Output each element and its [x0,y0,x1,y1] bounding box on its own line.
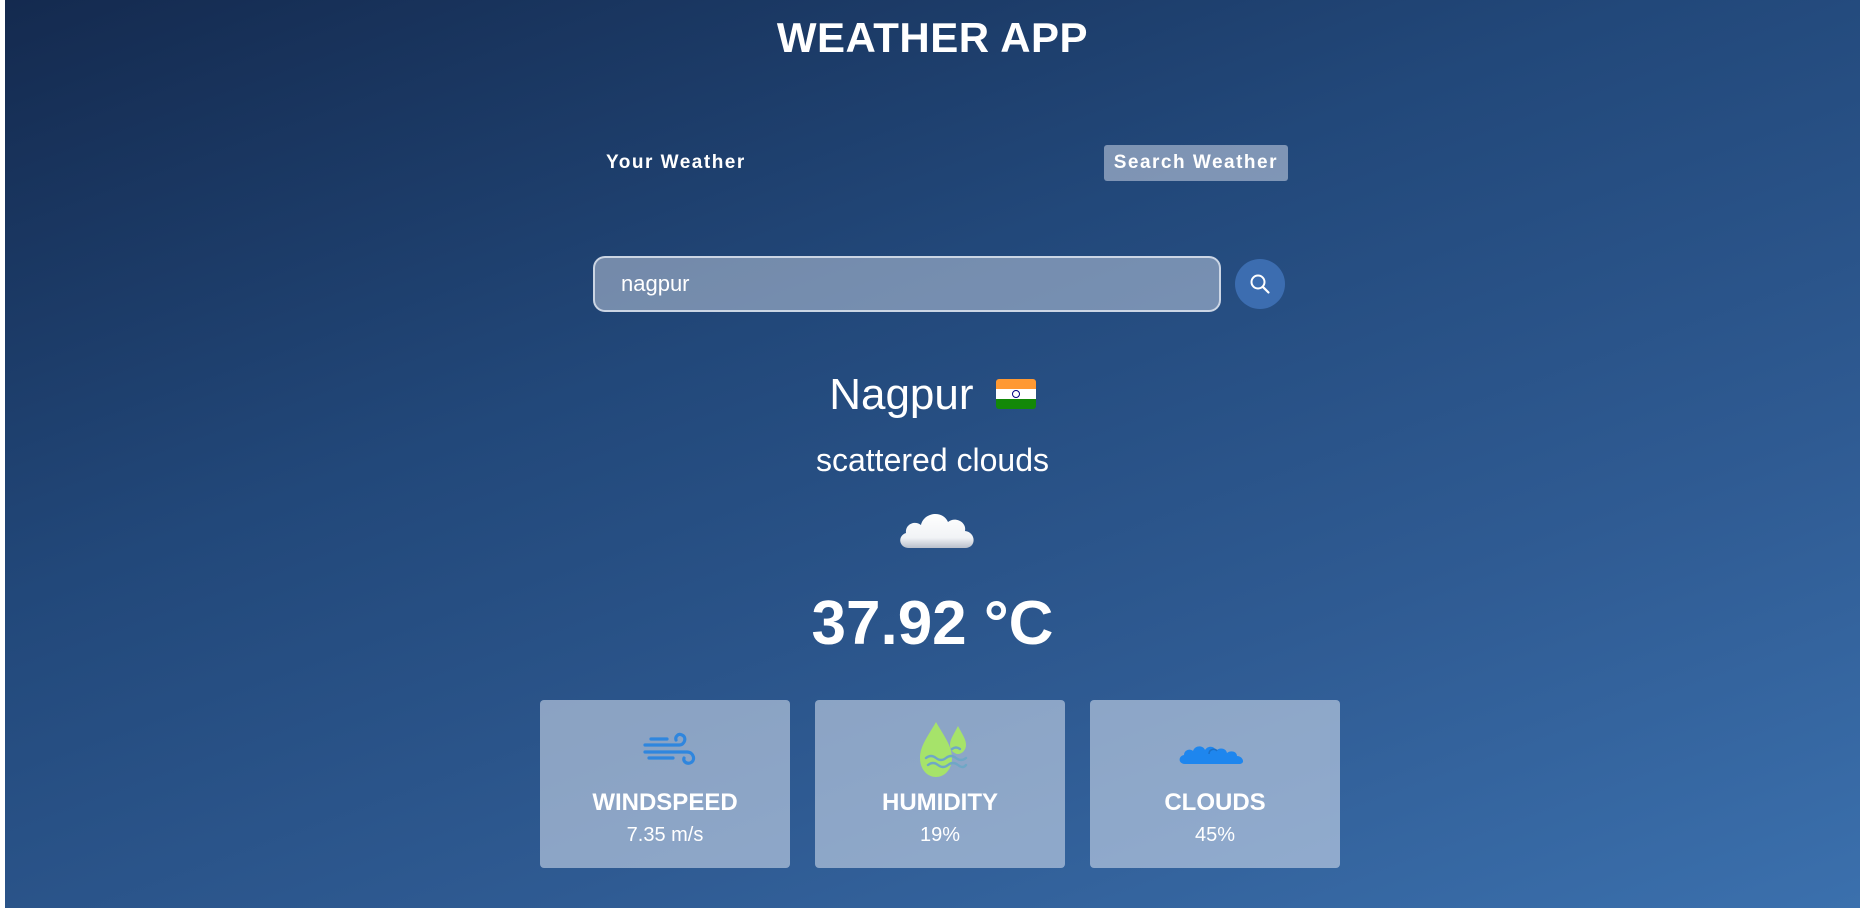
app-title: WEATHER APP [776,14,1089,61]
windspeed-value: 7.35 m/s [626,824,704,846]
wind-icon [643,732,696,765]
search-button[interactable] [1235,259,1285,309]
windspeed-label: WINDSPEED [592,789,738,816]
clouds-card: CLOUDS 45% [1090,700,1340,868]
tab-search-weather[interactable]: Search Weather [1103,145,1288,181]
search-icon [1250,274,1270,294]
clouds-icon [1179,746,1244,764]
cloud-icon [900,514,974,548]
tab-bar: Your Weather Search Weather [592,145,1288,181]
windspeed-card: WINDSPEED 7.35 m/s [540,700,790,868]
india-flag-icon [995,379,1036,410]
city-name-row: Nagpur [5,368,1860,422]
weather-description: scattered clouds [815,442,1049,478]
weather-app: WEATHER APP Your Weather Search Weather … [5,0,1860,908]
humidity-label: HUMIDITY [882,789,998,816]
humidity-drops-icon [920,722,968,777]
clouds-value: 45% [1194,824,1236,846]
search-form [593,256,1289,313]
humidity-card: HUMIDITY 19% [815,700,1065,868]
city-name: Nagpur [829,370,974,419]
tab-your-weather[interactable]: Your Weather [602,145,750,181]
clouds-label: CLOUDS [1164,789,1266,816]
humidity-value: 19% [919,824,961,846]
temperature: 37.92 °C [811,589,1054,658]
search-input[interactable] [593,256,1221,312]
weather-stats: WINDSPEED 7.35 m/s HUMIDITY 19% CLOUDS 4… [540,700,1340,868]
